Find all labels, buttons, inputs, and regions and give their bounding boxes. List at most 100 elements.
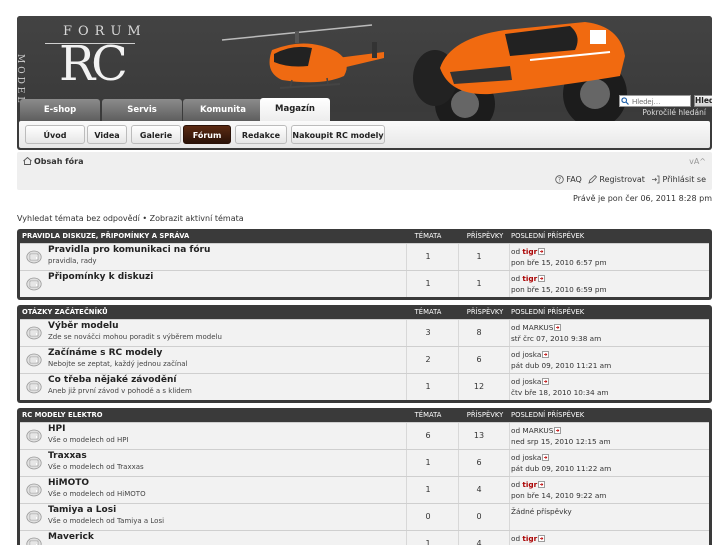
forum-row: Co třeba nějaké závodění Aneb již první z… (20, 373, 709, 400)
last-post-author[interactable]: joska (522, 377, 541, 386)
last-post-author[interactable]: joska (522, 453, 541, 462)
forum-row: Traxxas Vše o modelech od Traxxas 1 6 od jos… (20, 449, 709, 476)
column-divider (509, 347, 510, 373)
login-link[interactable]: Přihlásit se (662, 175, 706, 184)
tab-eshop[interactable]: E-shop (20, 99, 100, 121)
forum-title[interactable]: Tamiya a Losi (48, 505, 116, 515)
posts-count: 6 (476, 458, 482, 467)
view-latest-post-icon[interactable] (538, 248, 546, 255)
forum-read-icon (26, 537, 42, 545)
forum-read-icon (26, 456, 42, 470)
forum-read-icon (26, 483, 42, 497)
submenu-redakce[interactable]: Redakce (235, 125, 287, 144)
forum-row: Výběr modelu Zde se nováčci mohou poradit… (20, 319, 709, 346)
register-link[interactable]: Registrovat (599, 175, 645, 184)
category-title[interactable]: RC modely elektro (22, 408, 103, 422)
column-divider (406, 531, 407, 545)
last-post-date: pát dub 09, 2010 11:22 am (511, 464, 612, 473)
column-divider (509, 477, 510, 503)
last-post-author[interactable]: tigr (522, 274, 537, 283)
forum-read-icon (26, 250, 42, 264)
forum-read-icon (26, 510, 42, 524)
submenu-videa[interactable]: Videa (87, 125, 127, 144)
col-last-header: Poslední příspěvek (511, 308, 585, 316)
user-links: ? FAQ Registrovat Přihlásit se (555, 175, 706, 184)
last-post-author-line: od tigr (511, 247, 546, 256)
topics-count: 2 (425, 355, 431, 364)
forum-row: Připomínky k diskuzi 1 1 od tigr pon bře 15,… (20, 270, 709, 297)
breadcrumb[interactable]: Obsah fóra (23, 157, 84, 166)
last-post-author[interactable]: tigr (522, 480, 537, 489)
forum-description: Vše o modelech od Tamiya a Losi (48, 517, 165, 525)
forum-title[interactable]: Traxxas (48, 451, 87, 461)
forum-title[interactable]: Pravidla pro komunikaci na fóru (48, 245, 210, 255)
category-title[interactable]: Pravidla diskuze, připomínky a správa (22, 229, 189, 243)
search-button[interactable]: Hledat (694, 95, 712, 107)
search-links[interactable]: Vyhledat témata bez odpovědí • Zobrazit … (17, 214, 244, 223)
posts-count: 12 (473, 382, 485, 391)
forum-title[interactable]: Maverick (48, 532, 94, 542)
last-post-author[interactable]: tigr (522, 534, 537, 543)
submenu-galerie[interactable]: Galerie (131, 125, 181, 144)
forum-title[interactable]: HiMOTO (48, 478, 89, 488)
navbar: Obsah fóra vA^ ? FAQ Registrovat Přihlási… (17, 152, 712, 190)
view-latest-post-icon[interactable] (538, 481, 546, 488)
view-latest-post-icon[interactable] (554, 427, 562, 434)
site-logo[interactable]: FORUM RC MODEL (17, 24, 141, 105)
column-divider (406, 450, 407, 476)
submenu-forum[interactable]: Fórum (183, 125, 231, 144)
col-topics-header: Témata (414, 308, 442, 316)
view-latest-post-icon[interactable] (542, 351, 550, 358)
font-size-toggle[interactable]: vA^ (689, 157, 706, 166)
view-latest-post-icon[interactable] (538, 275, 546, 282)
faq-icon: ? (555, 175, 565, 184)
column-divider (458, 504, 459, 530)
forum-row: Tamiya a Losi Vše o modelech od Tamiya a … (20, 503, 709, 530)
column-divider (406, 374, 407, 400)
col-topics-header: Témata (414, 411, 442, 419)
search-icon (621, 97, 629, 105)
tab-magazin[interactable]: Magazín (260, 98, 330, 122)
view-latest-post-icon[interactable] (554, 324, 562, 331)
column-divider (406, 347, 407, 373)
svg-text:?: ? (558, 177, 561, 184)
last-post-author[interactable]: joska (522, 350, 541, 359)
last-post-date: čtv bře 18, 2010 10:34 am (511, 388, 609, 397)
last-post-author[interactable]: tigr (522, 247, 537, 256)
col-topics-header: Témata (414, 232, 442, 240)
posts-count: 1 (476, 279, 482, 288)
faq-link[interactable]: FAQ (566, 175, 582, 184)
advanced-search-link[interactable]: Pokročilé hledání (642, 108, 706, 117)
login-icon (652, 175, 660, 184)
topics-count: 6 (425, 431, 431, 440)
view-latest-post-icon[interactable] (538, 535, 546, 542)
tab-servis[interactable]: Servis (102, 99, 182, 121)
forum-title[interactable]: Připomínky k diskuzi (48, 272, 153, 282)
forum-title[interactable]: Co třeba nějaké závodění (48, 375, 176, 385)
forum-title[interactable]: Výběr modelu (48, 321, 119, 331)
view-latest-post-icon[interactable] (542, 378, 550, 385)
forum-read-icon (26, 326, 42, 340)
last-post-author-line: od tigr (511, 480, 546, 489)
view-latest-post-icon[interactable] (542, 454, 550, 461)
forum-row: HiMOTO Vše o modelech od HiMOTO 1 4 od tigr p… (20, 476, 709, 503)
forum-title[interactable]: Začínáme s RC modely (48, 348, 162, 358)
submenu-uvod[interactable]: Úvod (25, 125, 85, 144)
last-post-author-line: od tigr (511, 534, 546, 543)
last-post-author[interactable]: MARKUS (522, 426, 553, 435)
last-post-author-line: od tigr (511, 274, 546, 283)
last-post-author[interactable]: MARKUS (522, 323, 553, 332)
last-post-author-line: od MARKUS (511, 426, 562, 435)
column-divider (458, 477, 459, 503)
search-input[interactable] (619, 95, 691, 107)
posts-count: 6 (476, 355, 482, 364)
tab-komunita[interactable]: Komunita (183, 99, 263, 121)
forum-title[interactable]: HPI (48, 424, 65, 434)
last-post-date: pon bře 15, 2010 6:59 pm (511, 285, 607, 294)
submenu-nakoupit[interactable]: Nakoupit RC modely (291, 125, 385, 144)
column-divider (509, 504, 510, 530)
column-divider (406, 320, 407, 346)
topics-count: 1 (425, 458, 431, 467)
category-title[interactable]: Otázky začátečníků (22, 305, 108, 319)
column-divider (509, 531, 510, 545)
